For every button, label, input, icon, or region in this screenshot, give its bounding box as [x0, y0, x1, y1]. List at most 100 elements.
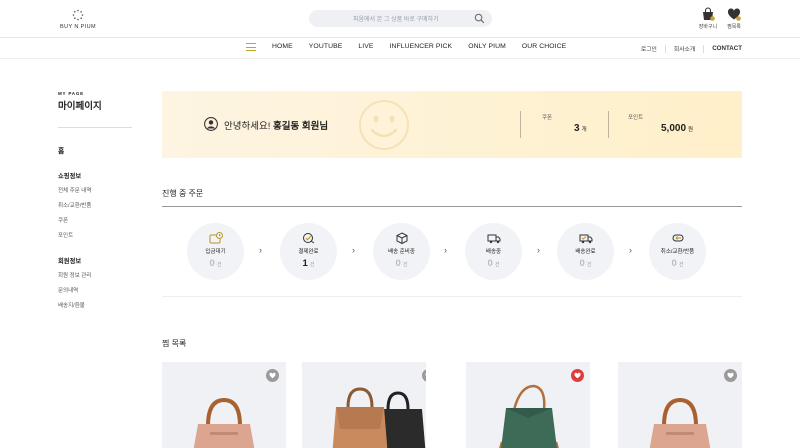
- step-label: 취소/교환/반품: [660, 249, 695, 255]
- step-label: 결제완료: [298, 249, 319, 255]
- step-count-unit: 건: [402, 262, 408, 268]
- heart-toggle-icon-active[interactable]: [571, 369, 584, 382]
- nav-youtube[interactable]: YOUTUBE: [309, 43, 343, 50]
- coupon-value: 3: [574, 123, 580, 134]
- cart-label: 장바구니: [698, 24, 718, 30]
- search-placeholder[interactable]: 피움에서 본 그 상품 바로 구매하기: [353, 14, 439, 23]
- sidebar-section-member: 회원정보: [58, 258, 82, 265]
- smile-decoration-icon: [359, 100, 409, 150]
- banner-divider: [520, 111, 521, 138]
- sidebar-item-point[interactable]: 포인트: [58, 231, 73, 239]
- nav-live[interactable]: LIVE: [358, 43, 373, 50]
- nav-divider: [0, 58, 800, 59]
- logo[interactable]: BUY N PIUM: [56, 9, 100, 30]
- step-count: 0건: [187, 258, 244, 269]
- sidebar-item-orders[interactable]: 전체 주문 내역: [58, 186, 91, 194]
- step-count: 0건: [649, 258, 706, 269]
- greeting-text: 안녕하세요! 홍길동 회원님: [224, 118, 328, 132]
- truck-check-icon: [579, 234, 592, 244]
- step-label: 배송 준비중: [388, 249, 415, 255]
- payment-done-icon: [302, 233, 314, 244]
- order-step-delivered[interactable]: 배송완료 0건: [557, 223, 614, 280]
- chevron-right-icon: ›: [537, 245, 540, 255]
- login-link[interactable]: 로그인: [641, 44, 657, 53]
- sidebar-item-address-refund[interactable]: 배송지/환불: [58, 301, 85, 309]
- step-count-value: 0: [209, 258, 215, 269]
- coupon-unit: 개: [581, 127, 587, 133]
- shopping-bag-icon: [703, 7, 715, 21]
- search-bar[interactable]: 피움에서 본 그 상품 바로 구매하기: [309, 10, 492, 27]
- step-count-unit: 건: [494, 262, 500, 268]
- heart-toggle-icon[interactable]: [422, 369, 426, 382]
- utility-links: 로그인 회사소개 CONTACT: [641, 44, 742, 53]
- point-amount[interactable]: 5,000 원: [661, 123, 693, 134]
- search-icon[interactable]: [474, 13, 485, 24]
- chevron-right-icon: ›: [352, 245, 355, 255]
- sidebar-item-member-info[interactable]: 회원 정보 관리: [58, 271, 91, 279]
- box-icon: [396, 232, 407, 244]
- wishlist-card[interactable]: [618, 362, 742, 448]
- heart-toggle-icon[interactable]: [724, 369, 737, 382]
- product-bag-image: [193, 398, 255, 448]
- main-nav: HOME YOUTUBE LIVE INFLUENCER PICK ONLY P…: [272, 43, 566, 50]
- banner-divider: [608, 111, 609, 138]
- order-step-preparing[interactable]: 배송 준비중 0건: [373, 223, 430, 280]
- header-divider: [0, 37, 800, 38]
- product-bag-image: [649, 398, 711, 448]
- sidebar-item-inquiry[interactable]: 문의내역: [58, 286, 78, 294]
- step-count-unit: 건: [309, 262, 315, 268]
- cart-button[interactable]: 장바구니: [697, 7, 719, 30]
- step-count-value: 0: [487, 258, 493, 269]
- order-step-cancel-return[interactable]: 취소/교환/반품 0건: [649, 223, 706, 280]
- mypage-small-title: MY PAGE: [58, 91, 84, 96]
- heart-toggle-icon[interactable]: [266, 369, 279, 382]
- sidebar-section-shopping: 쇼핑정보: [58, 173, 82, 180]
- mypage-title: 마이페이지: [58, 101, 102, 112]
- step-label: 입금대기: [205, 249, 226, 255]
- nav-home[interactable]: HOME: [272, 43, 293, 50]
- wishlist-card[interactable]: [302, 362, 426, 448]
- menu-icon[interactable]: [246, 43, 256, 52]
- orders-bottom-divider: [162, 296, 742, 297]
- coupon-label: 쿠폰: [542, 115, 553, 121]
- chevron-right-icon: ›: [444, 245, 447, 255]
- logo-mark-icon: [72, 9, 84, 21]
- chevron-right-icon: ›: [259, 245, 262, 255]
- wishlist-card[interactable]: [162, 362, 286, 448]
- step-count-value: 0: [395, 258, 401, 269]
- step-count-value: 0: [579, 258, 585, 269]
- user-avatar-icon: [204, 117, 218, 131]
- step-count-unit: 건: [678, 262, 684, 268]
- util-separator: [664, 44, 666, 53]
- point-label: 포인트: [628, 115, 644, 121]
- welcome-banner: 안녕하세요! 홍길동 회원님 쿠폰 3개 포인트 5,000 원: [162, 91, 742, 158]
- step-count: 1건: [280, 258, 337, 269]
- order-step-payment-done[interactable]: 결제완료 1건: [280, 223, 337, 280]
- nav-only-pium[interactable]: ONLY PIUM: [468, 43, 506, 50]
- wishlist-card[interactable]: [466, 362, 590, 448]
- company-link[interactable]: 회사소개: [674, 44, 695, 53]
- sidebar-item-cancel-return[interactable]: 취소/교환/반품: [58, 201, 91, 209]
- sidebar-item-coupon[interactable]: 쿠폰: [58, 216, 68, 224]
- nav-influencer-pick[interactable]: INFLUENCER PICK: [390, 43, 453, 50]
- orders-title-underline: [162, 206, 742, 207]
- chevron-right-icon: ›: [629, 245, 632, 255]
- point-value: 5,000: [661, 123, 687, 134]
- step-count: 0건: [557, 258, 614, 269]
- nav-our-choice[interactable]: OUR CHOICE: [522, 43, 566, 50]
- order-step-shipping[interactable]: 배송중 0건: [465, 223, 522, 280]
- step-count-value: 1: [302, 258, 308, 269]
- sidebar-item-home[interactable]: 홈: [58, 145, 64, 155]
- wishlist-button[interactable]: 찜목록: [723, 7, 745, 30]
- product-bag-image: [499, 384, 559, 448]
- order-step-payment-wait[interactable]: 입금대기 0건: [187, 223, 244, 280]
- contact-link[interactable]: CONTACT: [712, 45, 742, 52]
- sidebar-divider: [58, 127, 132, 128]
- user-name: 홍길동 회원님: [272, 121, 329, 132]
- step-count-unit: 건: [216, 262, 222, 268]
- wishlist-label: 찜목록: [727, 24, 741, 30]
- truck-icon: [487, 234, 500, 244]
- page: BUY N PIUM 피움에서 본 그 상품 바로 구매하기 장바구니 찜목록 …: [0, 0, 800, 448]
- coupon-count[interactable]: 3개: [574, 123, 587, 134]
- util-separator: [703, 44, 705, 53]
